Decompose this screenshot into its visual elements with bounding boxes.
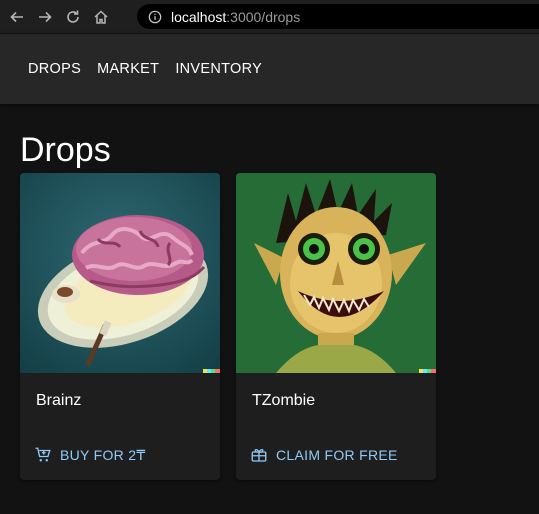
site-info-icon[interactable] — [146, 8, 164, 26]
add-shopping-cart-icon — [35, 447, 51, 462]
buy-button-label: BUY FOR 2₸ — [60, 446, 146, 463]
card-title: TZombie — [252, 392, 316, 409]
brain-image — [20, 173, 220, 373]
claim-button[interactable]: CLAIM FOR FREE — [244, 443, 404, 467]
page-title: Drops — [20, 131, 111, 169]
main-nav: DROPS MARKET INVENTORY — [20, 53, 270, 85]
nav-drops[interactable]: DROPS — [20, 53, 89, 85]
claim-button-label: CLAIM FOR FREE — [276, 447, 398, 463]
forward-icon[interactable] — [34, 6, 56, 28]
url-path: :3000/drops — [226, 8, 301, 25]
buy-button[interactable]: BUY FOR 2₸ — [28, 443, 152, 467]
nav-inventory[interactable]: INVENTORY — [167, 53, 270, 85]
address-bar[interactable]: localhost:3000/drops — [137, 4, 539, 29]
reload-icon[interactable] — [62, 6, 84, 28]
app-bar: DROPS MARKET INVENTORY — [0, 34, 539, 104]
drop-card-tzombie: TZombie CLAIM FOR FREE — [236, 173, 436, 480]
nav-market[interactable]: MARKET — [89, 53, 167, 85]
url-host: localhost — [171, 8, 227, 25]
card-title: Brainz — [36, 392, 82, 409]
back-icon[interactable] — [6, 6, 28, 28]
home-icon[interactable] — [90, 6, 112, 28]
drop-card-brainz: Brainz BUY FOR 2₸ — [20, 173, 220, 480]
browser-toolbar: localhost:3000/drops — [0, 0, 539, 33]
zombie-image — [236, 173, 436, 373]
redeem-gift-icon — [251, 449, 267, 462]
